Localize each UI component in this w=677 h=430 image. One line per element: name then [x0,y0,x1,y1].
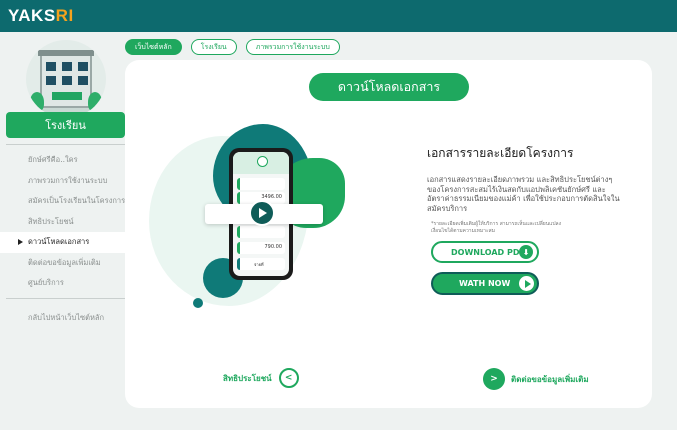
sidebar-item-service-center[interactable]: ศูนย์บริการ [0,273,132,294]
back-to-main-link[interactable]: กลับไปหน้าเว็บไซต์หลัก [28,312,104,324]
info-note: *รายละเอียดเพิ่มเติมผู้ให้บริการ สามารถเ… [431,221,562,234]
sidebar-item-register[interactable]: สมัครเป็นโรงเรียนในโครงการ [0,191,132,212]
chevron-left-icon[interactable]: < [278,368,299,388]
chevron-right-icon[interactable]: > [483,368,505,390]
next-page-label[interactable]: ติดต่อขอข้อมูลเพิ่มเติม [511,373,589,386]
download-icon: ⬇ [519,245,533,259]
sidebar-item-overview[interactable]: ภาพรวมการใช้งานระบบ [0,171,132,192]
page-title: ดาวน์โหลดเอกสาร [309,73,469,101]
sidebar: โรงเรียน ยักษ์ศรีคือ..ใคร ภาพรวมการใช้งา… [0,32,132,430]
avatar-icon [257,156,268,167]
school-building-icon [38,50,94,108]
breadcrumb-home[interactable]: เว็บไซต์หลัก [125,39,182,55]
content-card: ดาวน์โหลดเอกสาร 3496.00 790.00 จ่ายที่ เ… [125,60,652,408]
sidebar-title[interactable]: โรงเรียน [6,112,125,138]
document-info: เอกสารรายละเอียดโครงการ เอกสารแสดงรายละเ… [427,144,627,234]
breadcrumb-overview[interactable]: ภาพรวมการใช้งานระบบ [245,39,340,55]
next-page-nav[interactable]: > ติดต่อขอข้อมูลเพิ่มเติม [483,368,589,390]
sidebar-divider [6,298,125,299]
top-bar: YAKSRI [0,0,677,32]
download-pdf-button[interactable]: DOWNLOAD PDF ⬇ [431,241,539,263]
sidebar-item-download[interactable]: ดาวน์โหลดเอกสาร [0,232,132,253]
sidebar-menu: ยักษ์ศรีคือ..ใคร ภาพรวมการใช้งานระบบ สมั… [0,150,132,294]
app-illustration: 3496.00 790.00 จ่ายที่ [145,118,365,318]
active-arrow-icon [18,239,23,245]
info-title: เอกสารรายละเอียดโครงการ [427,146,574,160]
app-logo[interactable]: YAKSRI [8,6,74,26]
sidebar-item-about[interactable]: ยักษ์ศรีคือ..ใคร [0,150,132,171]
breadcrumb: เว็บไซต์หลัก โรงเรียน ภาพรวมการใช้งานระบ… [125,39,340,55]
school-illustration [26,40,106,118]
breadcrumb-school[interactable]: โรงเรียน [190,39,237,55]
play-icon[interactable] [249,200,275,226]
sidebar-divider [6,144,125,145]
sidebar-item-benefits[interactable]: สิทธิประโยชน์ [0,212,132,233]
prev-page-label[interactable]: สิทธิประโยชน์ [223,372,272,385]
info-description: เอกสารแสดงรายละเอียดภาพรวม และสิทธิประโย… [427,175,620,213]
play-icon [519,276,534,291]
watch-now-button[interactable]: WATH NOW [431,272,539,295]
sidebar-item-contact[interactable]: ติดต่อขอข้อมูลเพิ่มเติม [0,253,132,274]
prev-page-nav[interactable]: สิทธิประโยชน์ < [223,368,299,388]
